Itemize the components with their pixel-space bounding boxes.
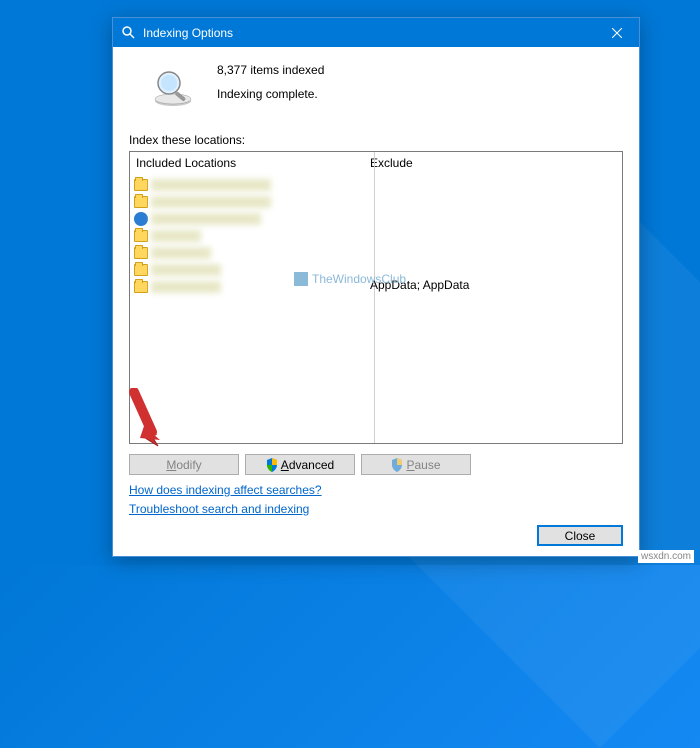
exclude-column-header[interactable]: Exclude: [370, 156, 616, 170]
indexing-options-dialog: Indexing Options 8,377 items indexed Ind…: [112, 17, 640, 557]
exclude-value: AppData; AppData: [370, 278, 469, 292]
folder-icon: [134, 264, 148, 276]
folder-icon: [134, 230, 148, 242]
source-watermark: wsxdn.com: [638, 550, 694, 563]
indexing-state-label: Indexing complete.: [217, 87, 324, 101]
window-title: Indexing Options: [143, 26, 594, 40]
shield-icon: [266, 458, 278, 472]
locations-section-label: Index these locations:: [129, 133, 623, 147]
location-item[interactable]: [134, 244, 618, 261]
location-item[interactable]: [134, 227, 618, 244]
location-item[interactable]: [134, 261, 618, 278]
location-item[interactable]: [134, 210, 618, 227]
magnifier-icon: [149, 65, 197, 113]
location-item[interactable]: [134, 176, 618, 193]
titlebar: Indexing Options: [113, 18, 639, 47]
locations-listbox[interactable]: Included Locations Exclude AppData; AppD…: [129, 151, 623, 444]
folder-icon: [134, 179, 148, 191]
outlook-icon: [134, 212, 148, 226]
dialog-content: 8,377 items indexed Indexing complete. I…: [113, 47, 639, 556]
folder-icon: [134, 196, 148, 208]
location-item[interactable]: [134, 193, 618, 210]
folder-icon: [134, 247, 148, 259]
pause-button: Pause: [361, 454, 471, 475]
modify-button: Modify: [129, 454, 239, 475]
close-button[interactable]: Close: [537, 525, 623, 546]
advanced-button[interactable]: Advanced: [245, 454, 355, 475]
items-indexed-label: 8,377 items indexed: [217, 63, 324, 77]
search-options-icon: [121, 25, 137, 41]
troubleshoot-link[interactable]: Troubleshoot search and indexing: [129, 502, 623, 516]
window-close-button[interactable]: [594, 18, 639, 47]
shield-icon: [391, 458, 403, 472]
close-icon: [612, 28, 622, 38]
help-link[interactable]: How does indexing affect searches?: [129, 483, 623, 497]
folder-icon: [134, 281, 148, 293]
included-column-header[interactable]: Included Locations: [136, 156, 370, 170]
